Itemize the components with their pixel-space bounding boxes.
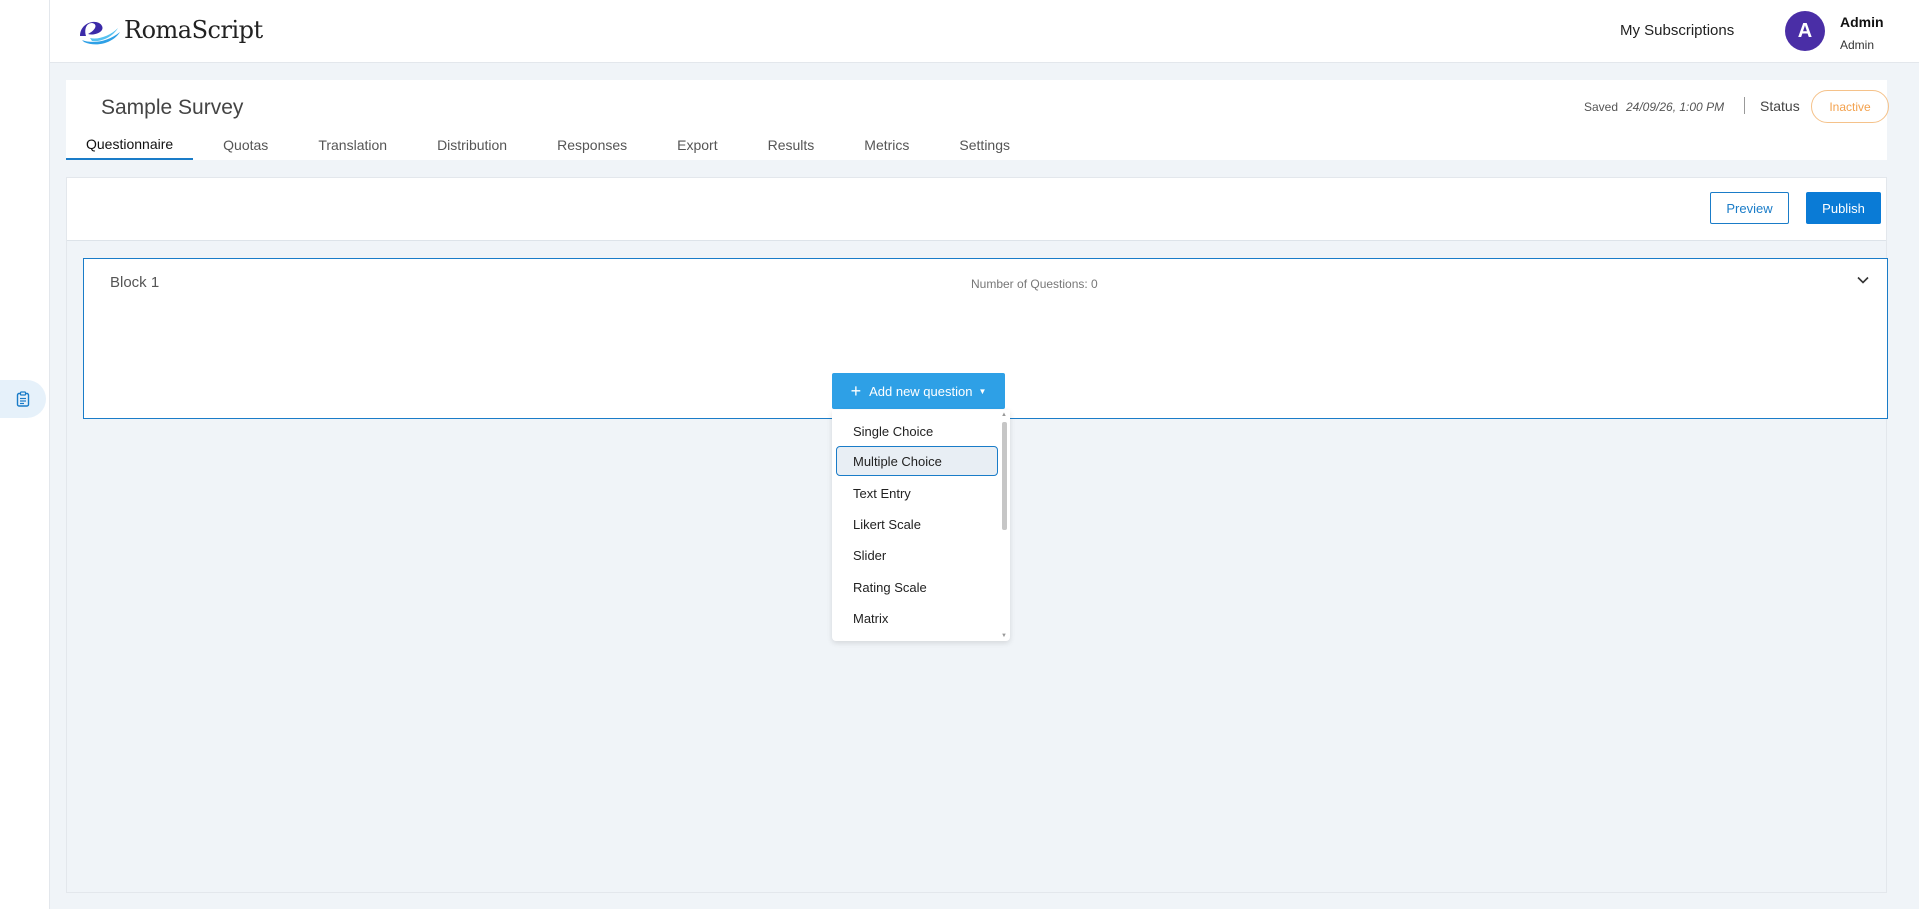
top-bar: RomaScript My Subscriptions A Admin Admi… [50,0,1919,63]
tab-metrics[interactable]: Metrics [844,130,929,160]
survey-header: Sample Survey Saved 24/09/26, 1:00 PM St… [66,80,1889,160]
tab-responses[interactable]: Responses [537,130,647,160]
tab-results[interactable]: Results [748,130,835,160]
option-text-entry[interactable]: Text Entry [836,478,998,508]
status-badge[interactable]: Inactive [1811,90,1889,123]
logo-mark-icon [80,21,120,45]
add-new-question-label: Add new question [869,383,973,399]
rail-item-questionnaire[interactable] [0,380,46,418]
toolbar: Preview Publish [67,178,1886,241]
tab-questionnaire[interactable]: Questionnaire [66,130,194,160]
add-new-question-button[interactable]: + Add new question ▼ [832,373,1005,409]
caret-down-icon: ▼ [978,386,987,396]
question-count: Number of Questions: 0 [971,277,1098,291]
option-likert-scale[interactable]: Likert Scale [836,509,998,539]
option-rating-scale[interactable]: Rating Scale [836,572,998,602]
plus-icon: + [850,381,862,401]
chevron-down-icon[interactable] [1856,273,1870,292]
dropdown-scroll-thumb[interactable] [1002,422,1007,530]
scroll-up-icon[interactable]: ▲ [1001,412,1007,418]
publish-button[interactable]: Publish [1806,192,1881,224]
saved-timestamp: 24/09/26, 1:00 PM [1626,100,1725,114]
avatar[interactable]: A [1785,11,1825,51]
option-slider[interactable]: Slider [836,540,998,570]
option-multiple-choice[interactable]: Multiple Choice [836,446,998,476]
divider [1744,97,1745,114]
status-label: Status [1760,98,1800,114]
left-rail [0,0,50,909]
clipboard-icon [16,391,30,407]
survey-title: Sample Survey [101,96,244,119]
tab-distribution[interactable]: Distribution [417,130,527,160]
tab-quotas[interactable]: Quotas [203,130,288,160]
scroll-down-icon[interactable]: ▼ [1001,633,1007,639]
tab-settings[interactable]: Settings [939,130,1030,160]
tab-bar: Questionnaire Quotas Translation Distrib… [66,130,1040,160]
tab-export[interactable]: Export [657,130,737,160]
user-name: Admin [1840,14,1884,30]
my-subscriptions-link[interactable]: My Subscriptions [1620,22,1734,39]
tab-translation[interactable]: Translation [298,130,407,160]
option-single-choice[interactable]: Single Choice [836,416,998,446]
option-matrix[interactable]: Matrix [836,603,998,633]
logo-text: RomaScript [124,16,263,44]
block-title: Block 1 [110,274,160,291]
preview-button[interactable]: Preview [1710,192,1789,224]
question-type-dropdown: Single Choice Multiple Choice Text Entry… [832,410,1010,641]
saved-label: Saved [1584,100,1619,114]
user-role: Admin [1840,38,1875,52]
logo[interactable]: RomaScript [76,14,263,46]
